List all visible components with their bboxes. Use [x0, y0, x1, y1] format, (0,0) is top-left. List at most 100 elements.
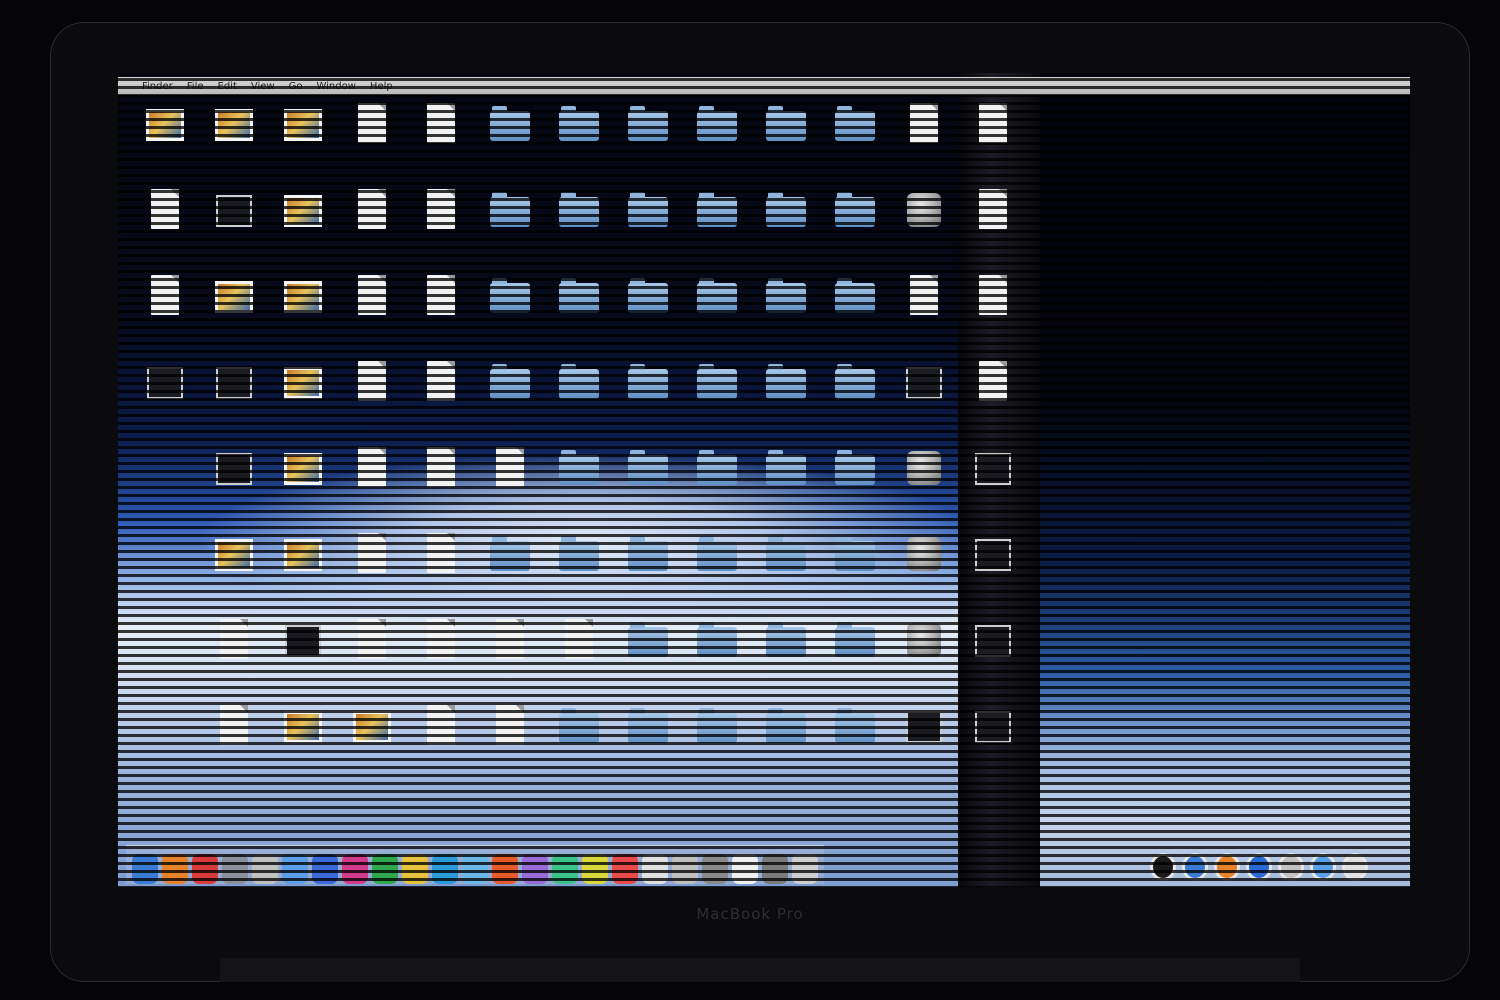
dock-app-icon[interactable] — [792, 854, 818, 884]
desktop-item[interactable] — [268, 271, 337, 357]
dock-app-icon[interactable] — [1342, 853, 1368, 881]
desktop-item[interactable] — [751, 615, 820, 701]
desktop-item[interactable] — [268, 701, 337, 787]
desktop-item[interactable] — [475, 615, 544, 701]
desktop-item[interactable] — [268, 615, 337, 701]
dock-app-icon[interactable] — [552, 854, 578, 884]
desktop-item[interactable] — [751, 529, 820, 615]
desktop-item[interactable] — [889, 357, 958, 443]
dock-app-icon[interactable] — [252, 854, 278, 884]
desktop-item[interactable] — [337, 615, 406, 701]
desktop-item[interactable] — [475, 443, 544, 529]
desktop-item[interactable] — [613, 529, 682, 615]
dock-app-icon[interactable] — [432, 854, 458, 884]
dock-app-icon[interactable] — [1278, 853, 1304, 881]
menu-item[interactable]: Go — [289, 81, 303, 92]
desktop-item[interactable] — [613, 443, 682, 529]
desktop-item[interactable] — [475, 185, 544, 271]
desktop-item[interactable] — [820, 615, 889, 701]
desktop-item[interactable] — [475, 701, 544, 787]
dock-app-icon[interactable] — [522, 854, 548, 884]
dock-app-icon[interactable] — [492, 854, 518, 884]
desktop-item[interactable] — [406, 271, 475, 357]
desktop-item[interactable] — [889, 443, 958, 529]
menu-item[interactable]: Window — [316, 81, 355, 92]
desktop-item[interactable] — [199, 99, 268, 185]
desktop-item[interactable] — [544, 443, 613, 529]
desktop-item[interactable] — [544, 615, 613, 701]
desktop-item[interactable] — [199, 443, 268, 529]
desktop-item[interactable] — [751, 99, 820, 185]
desktop-item[interactable] — [889, 701, 958, 787]
desktop-item[interactable] — [958, 357, 1027, 443]
desktop-item[interactable] — [337, 185, 406, 271]
desktop-item[interactable] — [337, 271, 406, 357]
desktop-item[interactable] — [613, 271, 682, 357]
menu-item[interactable]: Edit — [218, 81, 237, 92]
desktop-item[interactable] — [475, 529, 544, 615]
dock-app-icon[interactable] — [462, 854, 488, 884]
dock-app-icon[interactable] — [1246, 853, 1272, 881]
desktop-item[interactable] — [268, 99, 337, 185]
desktop-item[interactable] — [406, 701, 475, 787]
dock-app-icon[interactable] — [1310, 853, 1336, 881]
desktop-item[interactable] — [682, 701, 751, 787]
desktop-item[interactable] — [268, 443, 337, 529]
desktop-item[interactable] — [613, 701, 682, 787]
desktop-item[interactable] — [337, 99, 406, 185]
desktop-item[interactable] — [958, 615, 1027, 701]
desktop-item[interactable] — [958, 185, 1027, 271]
desktop-item[interactable] — [406, 529, 475, 615]
desktop-item[interactable] — [199, 357, 268, 443]
desktop-item[interactable] — [820, 529, 889, 615]
dock-app-icon[interactable] — [1150, 853, 1176, 881]
dock-app-icon[interactable] — [192, 854, 218, 884]
desktop-item[interactable] — [820, 701, 889, 787]
dock-app-icon[interactable] — [582, 854, 608, 884]
desktop-item[interactable] — [958, 701, 1027, 787]
desktop-item[interactable] — [268, 357, 337, 443]
desktop-item[interactable] — [820, 99, 889, 185]
desktop-item[interactable] — [337, 357, 406, 443]
desktop-item[interactable] — [406, 99, 475, 185]
menu-item[interactable]: View — [251, 81, 275, 92]
desktop-item[interactable] — [475, 357, 544, 443]
desktop-item[interactable] — [751, 443, 820, 529]
desktop-item[interactable] — [751, 701, 820, 787]
dock-app-icon[interactable] — [282, 854, 308, 884]
desktop-item[interactable] — [889, 529, 958, 615]
desktop-item[interactable] — [199, 185, 268, 271]
desktop-item[interactable] — [544, 357, 613, 443]
desktop-item[interactable] — [337, 443, 406, 529]
desktop-item[interactable] — [958, 99, 1027, 185]
desktop-item[interactable] — [199, 615, 268, 701]
desktop-item[interactable] — [613, 185, 682, 271]
desktop-item[interactable] — [958, 271, 1027, 357]
desktop-item[interactable] — [199, 529, 268, 615]
desktop-item[interactable] — [820, 185, 889, 271]
desktop-item[interactable] — [199, 701, 268, 787]
desktop-item[interactable] — [889, 185, 958, 271]
desktop-item[interactable] — [751, 271, 820, 357]
desktop-item[interactable] — [406, 615, 475, 701]
desktop-item[interactable] — [475, 99, 544, 185]
desktop-item[interactable] — [475, 271, 544, 357]
dock-app-icon[interactable] — [162, 854, 188, 884]
desktop-item[interactable] — [337, 529, 406, 615]
desktop-item[interactable] — [820, 357, 889, 443]
desktop-item[interactable] — [544, 529, 613, 615]
dock-app-icon[interactable] — [1214, 853, 1240, 881]
desktop-item[interactable] — [130, 185, 199, 271]
menu-item[interactable]: File — [187, 81, 204, 92]
dock-app-icon[interactable] — [402, 854, 428, 884]
menu-item[interactable]: Finder — [142, 81, 173, 92]
menu-item[interactable]: Help — [370, 81, 393, 92]
dock-app-icon[interactable] — [672, 854, 698, 884]
desktop-item[interactable] — [682, 99, 751, 185]
desktop-item[interactable] — [613, 615, 682, 701]
desktop-item[interactable] — [820, 443, 889, 529]
desktop-item[interactable] — [958, 529, 1027, 615]
desktop-item[interactable] — [130, 99, 199, 185]
desktop-item[interactable] — [682, 529, 751, 615]
desktop-item[interactable] — [613, 99, 682, 185]
